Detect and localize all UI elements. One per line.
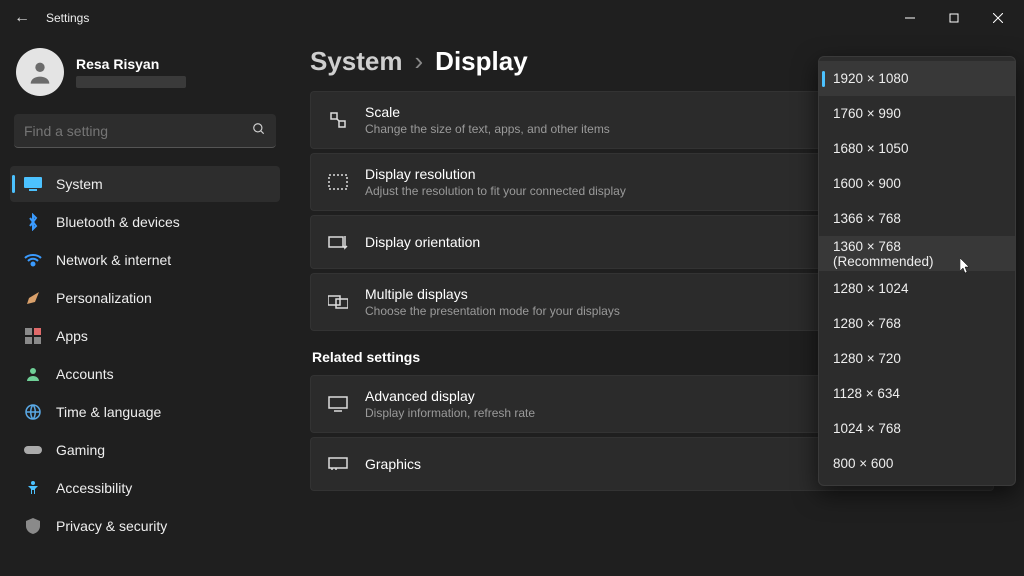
avatar bbox=[16, 48, 64, 96]
sidebar-item-accounts[interactable]: Accounts bbox=[10, 356, 280, 392]
sidebar-item-network[interactable]: Network & internet bbox=[10, 242, 280, 278]
globe-icon bbox=[24, 403, 42, 421]
sidebar-item-label: Time & language bbox=[56, 404, 161, 420]
sidebar-item-label: Accessibility bbox=[56, 480, 132, 496]
accessibility-icon bbox=[24, 479, 42, 497]
gamepad-icon bbox=[24, 441, 42, 459]
sidebar-item-apps[interactable]: Apps bbox=[10, 318, 280, 354]
sidebar-item-label: Network & internet bbox=[56, 252, 171, 268]
window-title: Settings bbox=[46, 11, 89, 25]
brush-icon bbox=[24, 289, 42, 307]
dropdown-item[interactable]: 1760 × 990 bbox=[819, 96, 1015, 131]
minimize-button[interactable] bbox=[888, 2, 932, 34]
dropdown-item[interactable]: 1920 × 1080 bbox=[819, 61, 1015, 96]
sidebar-item-time-language[interactable]: Time & language bbox=[10, 394, 280, 430]
sidebar-item-accessibility[interactable]: Accessibility bbox=[10, 470, 280, 506]
sidebar-item-privacy[interactable]: Privacy & security bbox=[10, 508, 280, 544]
page-title: Display bbox=[435, 46, 528, 77]
dropdown-item[interactable]: 800 × 600 bbox=[819, 446, 1015, 481]
back-button[interactable]: ← bbox=[4, 9, 40, 27]
user-profile[interactable]: Resa Risyan bbox=[10, 42, 280, 114]
dropdown-item[interactable]: 1366 × 768 bbox=[819, 201, 1015, 236]
sidebar-item-label: Accounts bbox=[56, 366, 114, 382]
dropdown-item[interactable]: 1024 × 768 bbox=[819, 411, 1015, 446]
orientation-icon bbox=[327, 234, 349, 250]
titlebar: ← Settings bbox=[0, 0, 1024, 36]
dropdown-item[interactable]: 1128 × 634 bbox=[819, 376, 1015, 411]
dropdown-item[interactable]: 1680 × 1050 bbox=[819, 131, 1015, 166]
dropdown-item[interactable]: 1360 × 768 (Recommended) bbox=[819, 236, 1015, 271]
wifi-icon bbox=[24, 251, 42, 269]
user-email-placeholder bbox=[76, 76, 186, 88]
search-icon bbox=[252, 122, 266, 139]
resolution-dropdown[interactable]: 1920 × 1080 1760 × 990 1680 × 1050 1600 … bbox=[818, 56, 1016, 486]
sidebar-item-label: System bbox=[56, 176, 103, 192]
sidebar-item-gaming[interactable]: Gaming bbox=[10, 432, 280, 468]
sidebar-item-system[interactable]: System bbox=[10, 166, 280, 202]
graphics-icon bbox=[327, 457, 349, 471]
sidebar-item-label: Gaming bbox=[56, 442, 105, 458]
person-icon bbox=[24, 365, 42, 383]
close-button[interactable] bbox=[976, 2, 1020, 34]
dropdown-item[interactable]: 1280 × 1024 bbox=[819, 271, 1015, 306]
maximize-button[interactable] bbox=[932, 2, 976, 34]
cursor-icon bbox=[960, 258, 972, 277]
resolution-icon bbox=[327, 174, 349, 190]
system-icon bbox=[24, 175, 42, 193]
search-box[interactable] bbox=[14, 114, 276, 148]
breadcrumb-parent[interactable]: System bbox=[310, 46, 403, 77]
sidebar: Resa Risyan System Bluetooth & devices N… bbox=[0, 36, 290, 576]
dropdown-item[interactable]: 1280 × 768 bbox=[819, 306, 1015, 341]
multiple-displays-icon bbox=[327, 294, 349, 310]
dropdown-item[interactable]: 1280 × 720 bbox=[819, 341, 1015, 376]
sidebar-item-label: Bluetooth & devices bbox=[56, 214, 180, 230]
shield-icon bbox=[24, 517, 42, 535]
sidebar-item-label: Apps bbox=[56, 328, 88, 344]
sidebar-item-label: Privacy & security bbox=[56, 518, 167, 534]
monitor-icon bbox=[327, 396, 349, 412]
user-name: Resa Risyan bbox=[76, 56, 186, 72]
dropdown-item[interactable]: 1600 × 900 bbox=[819, 166, 1015, 201]
chevron-right-icon: › bbox=[415, 46, 424, 77]
nav: System Bluetooth & devices Network & int… bbox=[10, 166, 280, 544]
sidebar-item-personalization[interactable]: Personalization bbox=[10, 280, 280, 316]
sidebar-item-bluetooth[interactable]: Bluetooth & devices bbox=[10, 204, 280, 240]
bluetooth-icon bbox=[24, 213, 42, 231]
apps-icon bbox=[24, 327, 42, 345]
search-input[interactable] bbox=[24, 123, 252, 139]
scale-icon bbox=[327, 111, 349, 129]
sidebar-item-label: Personalization bbox=[56, 290, 152, 306]
